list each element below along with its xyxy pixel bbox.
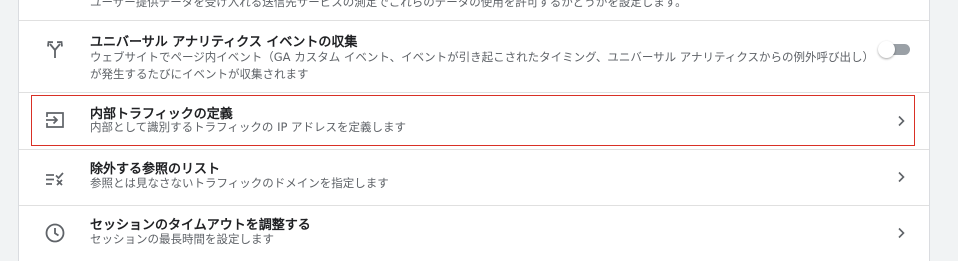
ua-event-collection-toggle[interactable] — [878, 41, 912, 58]
user-provided-data-row[interactable]: ユーザー提供データを受け入れる送信先サービスの測定でこれらのデータの使用を許可す… — [19, 0, 929, 21]
clock-icon — [43, 221, 67, 245]
row-title: ユニバーサル アナリティクス イベントの収集 — [90, 35, 358, 50]
row-description: 参照とは見なさないトラフィックのドメインを指定します — [90, 176, 389, 190]
exclude-list-icon — [43, 166, 67, 190]
chevron-right-icon — [893, 225, 909, 241]
referral-exclusion-row[interactable]: 除外する参照のリスト 参照とは見なさないトラフィックのドメインを指定します — [19, 150, 929, 206]
merge-arrows-icon — [43, 37, 67, 61]
toggle-thumb — [878, 41, 895, 58]
session-timeout-row[interactable]: セッションのタイムアウトを調整する セッションの最長時間を設定します — [19, 206, 929, 261]
row-description: ウェブサイトでページ内イベント（GA カスタム イベント、イベントが引き起こされ… — [90, 50, 869, 81]
ua-event-collection-row: ユニバーサル アナリティクス イベントの収集 ウェブサイトでページ内イベント（G… — [19, 20, 929, 93]
login-arrow-icon — [43, 108, 67, 132]
chevron-right-icon — [893, 169, 909, 185]
row-description: ユーザー提供データを受け入れる送信先サービスの測定でこれらのデータの使用を許可す… — [90, 0, 687, 9]
settings-panel: ユーザー提供データを受け入れる送信先サービスの測定でこれらのデータの使用を許可す… — [18, 0, 930, 261]
row-description: セッションの最長時間を設定します — [90, 232, 274, 246]
define-internal-traffic-row[interactable]: 内部トラフィックの定義 内部として識別するトラフィックの IP アドレスを定義し… — [19, 93, 929, 150]
chevron-right-icon — [893, 113, 909, 129]
row-description: 内部として識別するトラフィックの IP アドレスを定義します — [90, 120, 407, 134]
